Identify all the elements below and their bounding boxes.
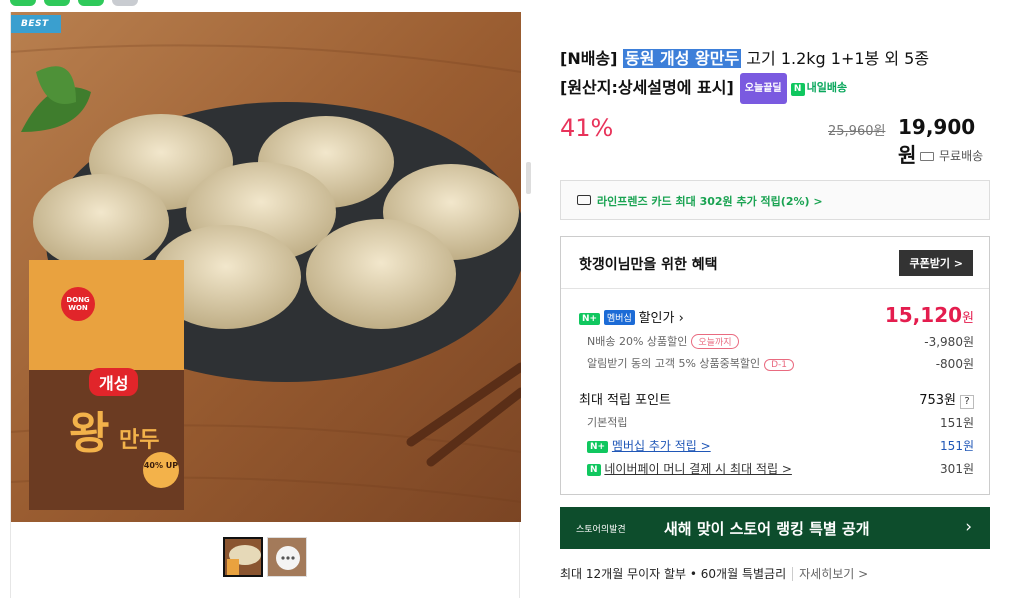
- title-origin: [원산지:상세설명에 표시]: [560, 78, 734, 97]
- sale-price-label[interactable]: 할인가: [639, 311, 675, 326]
- package-name-1: 개성: [89, 368, 139, 396]
- main-product-image[interactable]: BEST DONG WON 개성 왕 만두 40% UP: [11, 12, 521, 522]
- membership-badge: 멤버십: [603, 310, 635, 325]
- divider: [561, 288, 989, 289]
- max-points-value: 753원: [919, 393, 956, 408]
- sale-price: 15,120: [884, 303, 963, 327]
- tab-dot[interactable]: [78, 0, 104, 6]
- alarm-discount-row: 알림받기 동의 고객 5% 상품중복할인 D-1 -800원: [579, 355, 974, 371]
- thumbnail-1[interactable]: [223, 537, 263, 577]
- store-ranking-banner[interactable]: 스토어의발견 새해 맞이 스토어 랭킹 특별 공개 ›: [560, 507, 990, 549]
- npay-points-link[interactable]: 네이버페이 머니 결제 시 최대 적립 >: [604, 462, 792, 476]
- npay-points-value: 301원: [940, 462, 974, 476]
- card-promo-text[interactable]: 라인프렌즈 카드 최대 302원 추가 적립(2%) >: [597, 195, 823, 208]
- d-day-pill: D-1: [764, 359, 795, 371]
- discount-rate: 41%: [560, 114, 614, 142]
- title-rest: 고기 1.2kg 1+1봉 외 5종: [741, 49, 930, 68]
- package-name-3: 만두: [119, 428, 160, 453]
- tab-dot[interactable]: [112, 0, 138, 6]
- banner-title: 새해 맞이 스토어 랭킹 특별 공개: [664, 520, 870, 538]
- installment-more-link[interactable]: 자세히보기 >: [792, 567, 869, 581]
- today-only-pill: 오늘까지: [691, 334, 739, 349]
- alarm-discount-label: 알림받기 동의 고객 5% 상품중복할인: [587, 357, 761, 370]
- sale-price-unit: 원: [962, 311, 974, 326]
- basic-points-row: 기본적립 151원: [579, 414, 974, 430]
- installment-text: 최대 12개월 무이자 할부 • 60개월 특별금리: [560, 567, 787, 581]
- best-badge: BEST: [11, 15, 61, 33]
- basic-points-label: 기본적립: [587, 416, 628, 429]
- original-price: 25,960원: [828, 124, 886, 139]
- sale-chevron-icon[interactable]: ›: [674, 311, 684, 326]
- member-benefit-box: 핫갱이님만을 위한 혜택 쿠폰받기 > N+ 멤버십 할인가 › 15,120원…: [560, 236, 990, 495]
- membership-points-prefix: N+: [579, 440, 609, 453]
- thumbnail-image: [268, 538, 306, 576]
- package-promo: 40% UP: [143, 452, 179, 488]
- tomorrow-delivery-badge: N 내일배송: [790, 73, 848, 102]
- top-tab-indicators: [10, 0, 138, 6]
- thumbnail-2[interactable]: [267, 537, 307, 577]
- package-name-2: 왕: [69, 408, 110, 459]
- npay-icon: N: [587, 464, 601, 476]
- n-delivery-row: N배송 20% 상품할인 오늘까지 -3,980원: [579, 333, 974, 349]
- npay-icon-wrap: N: [579, 463, 601, 476]
- alarm-discount-amount: -800원: [935, 357, 974, 371]
- npay-points-row: N 네이버페이 머니 결제 시 최대 적립 > 301원: [579, 460, 974, 477]
- card-promo-box[interactable]: 라인프렌즈 카드 최대 302원 추가 적립(2%) >: [560, 180, 990, 220]
- image-scroll-handle[interactable]: [526, 162, 531, 194]
- truck-icon: [920, 152, 934, 161]
- title-prefix: [N배송]: [560, 49, 624, 68]
- card-icon: [577, 195, 591, 205]
- product-title: [N배송] 동원 개성 왕만두 고기 1.2kg 1+1봉 외 5종 [원산지:…: [560, 44, 990, 104]
- sale-price-block: 15,120원: [885, 303, 974, 327]
- max-points-label: 최대 적립 포인트: [579, 393, 671, 408]
- tab-dot[interactable]: [44, 0, 70, 6]
- today-deal-badge: 오늘끝딜: [739, 73, 787, 104]
- banner-arrow-icon[interactable]: ›: [965, 517, 972, 537]
- naver-plus-badge: N+: [579, 313, 601, 325]
- shipping-info: 무료배송: [920, 147, 983, 164]
- n-delivery-icon: N: [790, 83, 805, 96]
- help-icon[interactable]: ?: [960, 395, 974, 409]
- membership-points-value: 151원: [940, 439, 974, 453]
- installment-info: 최대 12개월 무이자 할부 • 60개월 특별금리 자세히보기 >: [560, 565, 869, 582]
- membership-points-link[interactable]: 멤버십 추가 적립 >: [612, 439, 711, 453]
- banner-small-label: 스토어의발견: [576, 525, 626, 535]
- naver-plus-badge: N+: [587, 441, 609, 453]
- sale-price-row: N+ 멤버십 할인가 › 15,120원: [579, 303, 974, 327]
- tomorrow-delivery-label: 내일배송: [806, 81, 848, 94]
- thumbnail-image: [225, 539, 261, 575]
- n-delivery-label: N배송 20% 상품할인: [587, 335, 688, 348]
- tab-dot[interactable]: [10, 0, 36, 6]
- title-highlight: 동원 개성 왕만두: [623, 49, 742, 68]
- n-delivery-amount: -3,980원: [924, 335, 974, 349]
- product-image-pane: BEST DONG WON 개성 왕 만두 40% UP: [10, 12, 531, 598]
- benefit-heading: 핫갱이님만을 위한 혜택: [579, 257, 718, 273]
- membership-points-row: N+ 멤버십 추가 적립 > 151원: [579, 437, 974, 454]
- coupon-button[interactable]: 쿠폰받기 >: [899, 250, 973, 276]
- thumbnail-strip: [223, 537, 307, 577]
- shipping-label: 무료배송: [939, 149, 984, 163]
- basic-points-value: 151원: [940, 416, 974, 430]
- max-points-block: 753원?: [919, 389, 974, 409]
- package-brand: DONG WON: [61, 287, 95, 321]
- max-points-row: 최대 적립 포인트 753원?: [579, 389, 974, 409]
